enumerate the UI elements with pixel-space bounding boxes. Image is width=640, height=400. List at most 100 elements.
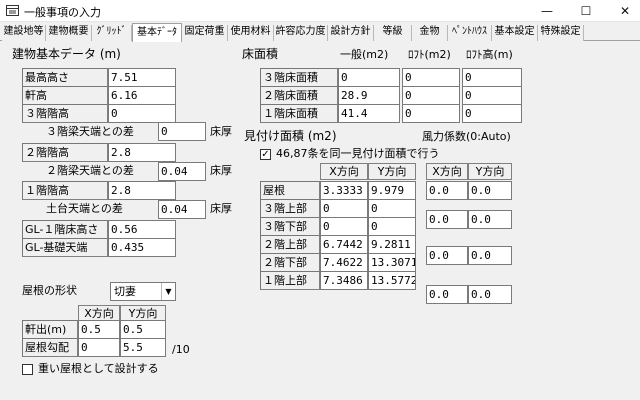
projected-x-input[interactable]: 6.7442 [320, 235, 368, 254]
floor-area-row-label: １階床面積 [260, 104, 338, 123]
gl-base-label: GL-基礎天端 [22, 238, 108, 257]
tab-site[interactable]: 建設地等 [2, 25, 46, 41]
floor-area-general-input[interactable]: 0 [338, 68, 400, 87]
floor-area-loft-input[interactable]: 0 [402, 68, 460, 87]
wind-coefficient-label: 風力係数(0:Auto) [422, 130, 511, 143]
projected-y-input[interactable]: 9.979 [368, 181, 416, 200]
projected-y-input[interactable]: 0 [368, 217, 416, 236]
gl-f1-label: GL-１階床高さ [22, 220, 108, 239]
tab-materials[interactable]: 使用材料 [228, 25, 274, 41]
projected-col-y: Y方向 [368, 163, 416, 180]
minimize-button[interactable]: — [527, 0, 567, 22]
title-bar: 一般事項の入力 — ☐ ✕ [0, 0, 640, 22]
floor-area-loft-height-input[interactable]: 0 [462, 104, 522, 123]
wind-x-input[interactable]: 0.0 [426, 285, 468, 304]
tab-strip: 建設地等 建物概要 ｸﾞﾘｯﾄﾞ 基本ﾃﾞｰﾀ 固定荷重 使用材料 許容応力度 … [0, 23, 640, 42]
sill-diff-input[interactable]: 0.04 [158, 200, 206, 219]
floor-area-col-loft: ﾛﾌﾄ(m2) [408, 48, 451, 61]
wind-y-input[interactable]: 0.0 [468, 210, 512, 229]
tab-special-settings[interactable]: 特殊設定 [538, 25, 584, 41]
f3-height-label: ３階階高 [22, 104, 108, 123]
pitch-label: 屋根勾配 [22, 338, 78, 357]
floor-area-loft-height-input[interactable]: 0 [462, 68, 522, 87]
f2-beam-unit: 床厚 [210, 164, 232, 177]
eave-height-label: 軒高 [22, 86, 108, 105]
wind-y-input[interactable]: 0.0 [468, 285, 512, 304]
wind-x-input[interactable]: 0.0 [426, 210, 468, 229]
window-title: 一般事項の入力 [24, 6, 101, 19]
f2-height-input[interactable]: 2.8 [108, 143, 176, 162]
gl-f1-input[interactable]: 0.56 [108, 220, 176, 239]
basic-data-heading: 建物基本データ (m) [12, 47, 121, 61]
overhang-label: 軒出(m) [22, 320, 78, 339]
wind-x-input[interactable]: 0.0 [426, 181, 468, 200]
projected-x-input[interactable]: 7.4622 [320, 253, 368, 272]
f1-height-input[interactable]: 2.8 [108, 181, 176, 200]
floor-area-general-input[interactable]: 28.9 [338, 86, 400, 105]
floor-area-loft-input[interactable]: 0 [402, 104, 460, 123]
tab-grade[interactable]: 等級 [374, 25, 412, 41]
pitch-x-input[interactable]: 0 [78, 338, 120, 357]
sill-diff-label: 土台天端との差 [46, 202, 123, 215]
projected-y-input[interactable]: 13.3071 [368, 253, 416, 272]
wind-y-input[interactable]: 0.0 [468, 246, 512, 265]
floor-area-heading: 床面積 [242, 47, 279, 61]
floor-area-col-general: 一般(m2) [340, 48, 389, 61]
pitch-unit: /10 [172, 343, 190, 356]
f3-height-input[interactable]: 0 [108, 104, 176, 123]
roof-shape-label: 屋根の形状 [22, 284, 77, 297]
max-height-label: 最高高さ [22, 68, 108, 87]
projected-x-input[interactable]: 7.3486 [320, 271, 368, 290]
f1-height-label: １階階高 [22, 181, 108, 200]
floor-area-loft-height-input[interactable]: 0 [462, 86, 522, 105]
projected-y-input[interactable]: 13.5772 [368, 271, 416, 290]
f2-beam-diff-label: ２階梁天端との差 [46, 164, 134, 177]
projected-row-label: ３階上部 [260, 199, 320, 218]
close-button[interactable]: ✕ [605, 0, 640, 22]
tab-fixed-load[interactable]: 固定荷重 [182, 25, 228, 41]
heavy-roof-label: 重い屋根として設計する [38, 362, 159, 375]
tab-penthouse[interactable]: ﾍﾟﾝﾄﾊｳｽ [448, 25, 492, 41]
floor-area-col-loft-height: ﾛﾌﾄ高(m) [466, 48, 513, 61]
same-area-checkbox[interactable]: ✓ [260, 149, 271, 160]
projected-row-label: ２階下部 [260, 253, 320, 272]
maximize-button[interactable]: ☐ [566, 0, 606, 22]
projected-y-input[interactable]: 0 [368, 199, 416, 218]
tab-grid[interactable]: ｸﾞﾘｯﾄﾞ [92, 25, 132, 41]
eave-height-input[interactable]: 6.16 [108, 86, 176, 105]
overhang-y-input[interactable]: 0.5 [120, 320, 166, 339]
pitch-y-input[interactable]: 5.5 [120, 338, 166, 357]
overhang-x-input[interactable]: 0.5 [78, 320, 120, 339]
projected-x-input[interactable]: 3.3333 [320, 181, 368, 200]
gl-base-input[interactable]: 0.435 [108, 238, 176, 257]
f3-beam-diff-input[interactable]: 0 [158, 122, 206, 141]
tab-basic-data[interactable]: 基本ﾃﾞｰﾀ [132, 23, 182, 42]
tab-design-policy[interactable]: 設計方針 [328, 25, 374, 41]
wind-x-input[interactable]: 0.0 [426, 246, 468, 265]
floor-area-loft-input[interactable]: 0 [402, 86, 460, 105]
roof-shape-select[interactable]: 切妻 ▼ [110, 282, 176, 301]
app-icon [6, 5, 19, 16]
f2-beam-diff-input[interactable]: 0.04 [158, 162, 206, 181]
projected-y-input[interactable]: 9.2811 [368, 235, 416, 254]
projected-row-label: 屋根 [260, 181, 320, 200]
same-area-checkbox-label: 46,87条を同一見付け面積で行う [276, 147, 440, 160]
heavy-roof-checkbox[interactable] [22, 364, 33, 375]
projected-col-x: X方向 [320, 163, 368, 180]
tab-basic-settings[interactable]: 基本設定 [492, 25, 538, 41]
tab-allowable-stress[interactable]: 許容応力度 [274, 25, 328, 41]
projected-x-input[interactable]: 0 [320, 217, 368, 236]
floor-area-row-label: ３階床面積 [260, 68, 338, 87]
projected-row-label: ２階上部 [260, 235, 320, 254]
wind-col-y: Y方向 [468, 163, 512, 180]
f3-beam-diff-label: ３階梁天端との差 [46, 125, 134, 138]
projected-x-input[interactable]: 0 [320, 199, 368, 218]
wind-y-input[interactable]: 0.0 [468, 181, 512, 200]
projected-row-label: ３階下部 [260, 217, 320, 236]
projected-row-label: １階上部 [260, 271, 320, 290]
roof-shape-value: 切妻 [114, 285, 136, 298]
max-height-input[interactable]: 7.51 [108, 68, 176, 87]
tab-overview[interactable]: 建物概要 [46, 25, 92, 41]
floor-area-general-input[interactable]: 41.4 [338, 104, 400, 123]
tab-hardware[interactable]: 金物 [412, 25, 448, 41]
